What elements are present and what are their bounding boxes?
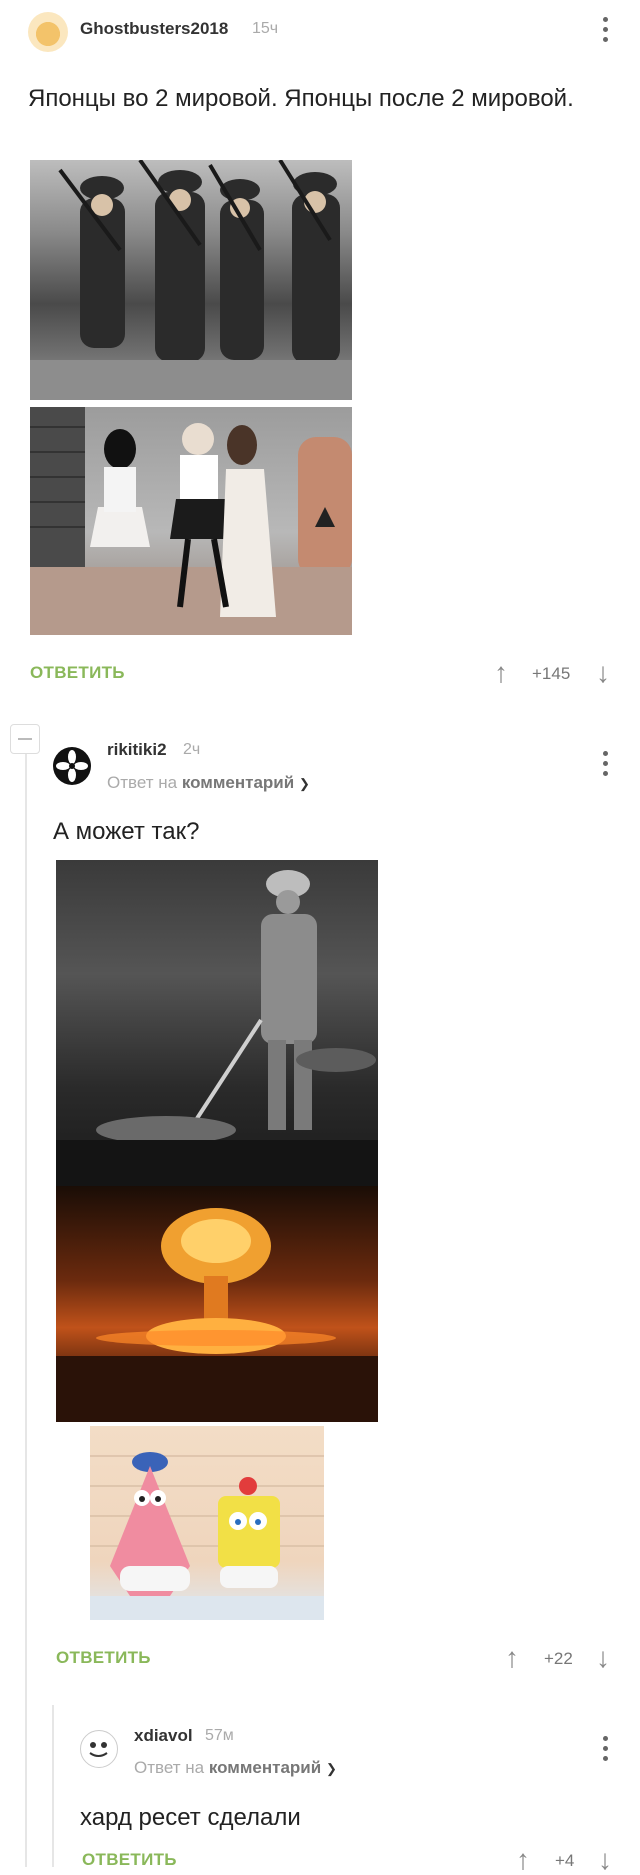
- explosion-illustration: [56, 1208, 378, 1422]
- comment2-downvote-icon[interactable]: ↓: [598, 1846, 612, 1874]
- comment1-more-icon[interactable]: [603, 751, 609, 781]
- comment1-author-name[interactable]: rikitiki2: [107, 740, 167, 760]
- comment1-time: 2ч: [183, 741, 201, 758]
- post-score: +145: [532, 664, 571, 683]
- comment2-author-name[interactable]: xdiavol: [134, 1726, 193, 1746]
- comment2-upvote-icon[interactable]: ↑: [516, 1846, 530, 1874]
- comment1-upvote-icon[interactable]: ↑: [505, 1644, 519, 1672]
- soldiers-illustration: [30, 160, 352, 400]
- comment1-author-avatar[interactable]: [53, 747, 91, 785]
- nested-thread-line: [52, 1705, 54, 1867]
- comment1-downvote-icon[interactable]: ↓: [596, 1644, 610, 1672]
- comment1-reply-to[interactable]: Ответ на комментарий ❯: [107, 773, 310, 793]
- post-author-avatar[interactable]: [28, 12, 68, 52]
- comment1-text: А может так?: [53, 818, 200, 845]
- soldier-illustration: [56, 870, 378, 1186]
- comment2-time: 57м: [205, 1727, 234, 1744]
- reply-to-prefix: Ответ на: [134, 1758, 205, 1777]
- comment2-author-avatar[interactable]: [80, 1730, 118, 1768]
- post-text: Японцы во 2 мировой. Японцы после 2 миро…: [28, 85, 574, 112]
- post-more-icon[interactable]: [603, 17, 609, 47]
- modern-people-illustration: [30, 407, 352, 635]
- reply-to-target[interactable]: комментарий: [182, 773, 294, 792]
- comment2-text: хард ресет сделали: [80, 1804, 301, 1831]
- cartoon-illustration: [90, 1452, 324, 1620]
- propeller-icon: [56, 750, 88, 782]
- minus-icon: [18, 738, 32, 740]
- comment2-more-icon[interactable]: [603, 1736, 609, 1766]
- comment1-reply-button[interactable]: ОТВЕТИТЬ: [56, 1648, 151, 1668]
- post-author-name[interactable]: Ghostbusters2018: [80, 19, 228, 39]
- reply-to-target[interactable]: комментарий: [209, 1758, 321, 1777]
- chevron-down-icon[interactable]: ❯: [326, 1761, 337, 1776]
- post-image-soldiers[interactable]: [30, 160, 352, 400]
- troll-face-icon: [89, 1742, 108, 1757]
- chevron-down-icon[interactable]: ❯: [299, 776, 310, 791]
- comment1-image-explosion[interactable]: [56, 1186, 378, 1422]
- comment2-reply-to[interactable]: Ответ на комментарий ❯: [134, 1758, 337, 1778]
- post-upvote-icon[interactable]: ↑: [494, 659, 508, 687]
- post-time: 15ч: [252, 20, 279, 37]
- reply-to-prefix: Ответ на: [107, 773, 178, 792]
- comment2-reply-button[interactable]: ОТВЕТИТЬ: [82, 1850, 177, 1870]
- collapse-thread-button[interactable]: [10, 724, 40, 754]
- comment1-score: +22: [544, 1649, 573, 1668]
- post-downvote-icon[interactable]: ↓: [596, 659, 610, 687]
- comment1-image-cartoon[interactable]: [90, 1426, 324, 1620]
- comment2-score: +4: [555, 1851, 575, 1870]
- comment1-image-soldier[interactable]: [56, 860, 378, 1186]
- thread-line: [25, 754, 27, 1867]
- post-reply-button[interactable]: ОТВЕТИТЬ: [30, 663, 125, 683]
- post-image-modern[interactable]: [30, 407, 352, 635]
